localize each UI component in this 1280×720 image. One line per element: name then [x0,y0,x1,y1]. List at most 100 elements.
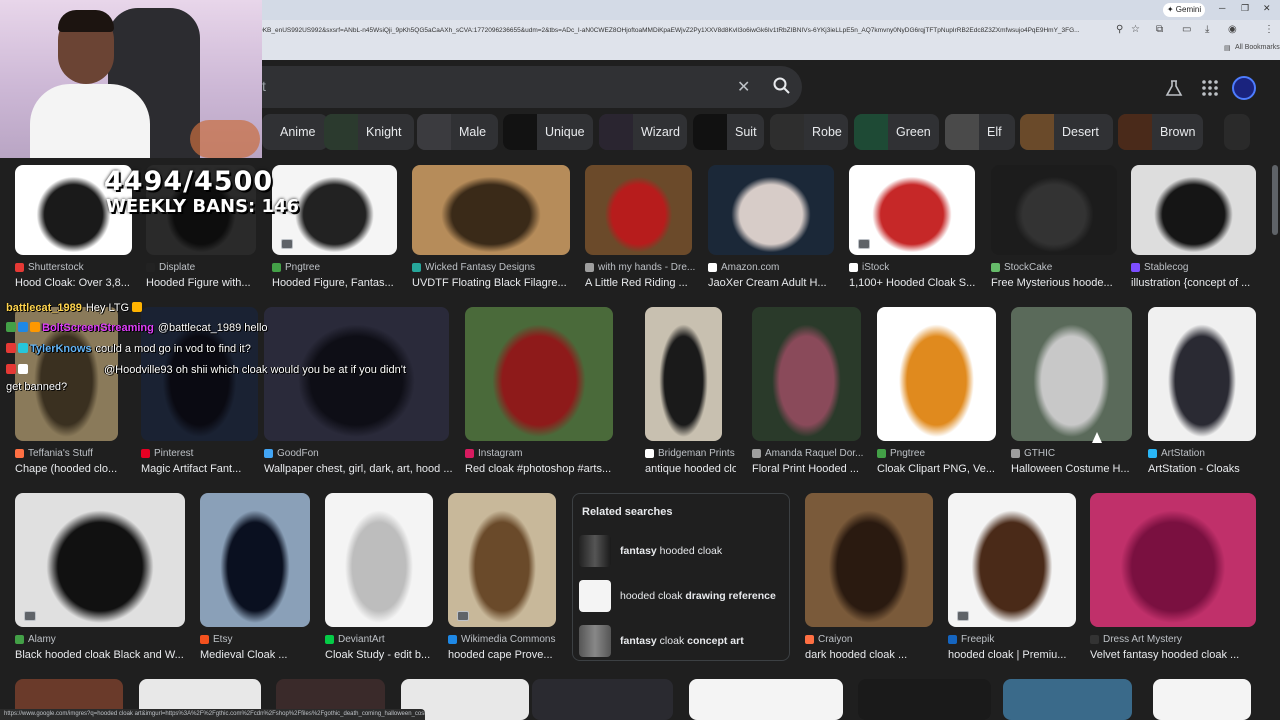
chip-3[interactable]: Unique [503,114,593,150]
image-result-thumbnail[interactable] [325,493,433,627]
result-title[interactable]: Red cloak #photoshop #arts... [465,463,627,475]
related-search-item[interactable]: fantasy hooded cloak [579,534,785,568]
bookmark-star-icon[interactable]: ☆ [1131,24,1140,35]
gemini-button[interactable]: ✦ Gemini [1163,3,1205,17]
result-source[interactable]: Instagram [465,448,627,459]
extensions-icon[interactable]: ⧉ [1156,24,1163,35]
image-result-thumbnail[interactable] [448,493,556,627]
result-source[interactable]: Wicked Fantasy Designs [412,262,584,273]
page-scrollbar[interactable] [1272,165,1278,235]
image-result-thumbnail[interactable] [877,307,996,441]
clear-search-icon[interactable]: ✕ [737,77,750,97]
image-result-thumbnail[interactable] [15,493,185,627]
image-result-thumbnail[interactable] [805,493,933,627]
image-result-thumbnail[interactable] [1153,679,1251,720]
result-title[interactable]: illustration {concept of ... [1131,277,1270,289]
zoom-icon[interactable]: ⚲ [1116,24,1123,35]
result-source[interactable]: Bridgeman Prints [645,448,736,459]
menu-icon[interactable]: ⋮ [1264,24,1274,35]
result-title[interactable]: Halloween Costume H... [1011,463,1146,475]
result-source[interactable]: Freepik [948,634,1090,645]
chip-10[interactable]: Brown [1118,114,1203,150]
minimize-icon[interactable]: ─ [1219,3,1225,13]
result-title[interactable]: Free Mysterious hoode... [991,277,1131,289]
result-source[interactable]: Craiyon [805,634,947,645]
result-source[interactable]: Shutterstock [15,262,146,273]
chip-1[interactable]: Knight [324,114,414,150]
result-source[interactable]: Displate [146,262,270,273]
labs-flask-icon[interactable] [1164,78,1184,98]
search-box[interactable]: t ✕ [262,66,802,108]
result-title[interactable]: Black hooded cloak Black and W... [15,649,199,661]
search-input[interactable]: t [262,78,266,94]
chip-0[interactable]: Anime [262,114,328,150]
result-title[interactable]: Floral Print Hooded ... [752,463,875,475]
chip-6[interactable]: Robe [770,114,848,150]
result-source[interactable]: Amazon.com [708,262,848,273]
related-search-item[interactable]: hooded cloak drawing reference [579,579,785,613]
search-icon[interactable] [772,76,792,96]
result-source[interactable]: DeviantArt [325,634,447,645]
result-title[interactable]: Cloak Study - edit b... [325,649,447,661]
image-result-thumbnail[interactable] [645,307,722,441]
image-result-thumbnail[interactable] [1090,493,1256,627]
profile-icon[interactable]: ◉ [1228,24,1237,35]
result-source[interactable]: Stablecog [1131,262,1270,273]
result-title[interactable]: Magic Artifact Fant... [141,463,272,475]
chip-2[interactable]: Male [417,114,498,150]
result-source[interactable]: GTHIC [1011,448,1146,459]
image-result-thumbnail[interactable] [1148,307,1256,441]
result-source[interactable]: StockCake [991,262,1131,273]
result-source[interactable]: Alamy [15,634,199,645]
result-source[interactable]: with my hands - Dre... [585,262,706,273]
restore-icon[interactable]: ❐ [1241,3,1249,14]
chip-more[interactable] [1224,114,1250,150]
result-title[interactable]: Hood Cloak: Over 3,8... [15,277,146,289]
image-result-thumbnail[interactable] [991,165,1117,255]
result-title[interactable]: Cloak Clipart PNG, Ve... [877,463,1010,475]
account-avatar[interactable] [1232,76,1256,100]
sidebar-icon[interactable]: ▭ [1182,24,1191,35]
result-title[interactable]: Velvet fantasy hooded cloak ... [1090,649,1270,661]
image-result-thumbnail[interactable] [585,165,692,255]
close-window-icon[interactable]: ✕ [1263,3,1271,14]
result-source[interactable]: ArtStation [1148,448,1270,459]
result-title[interactable]: JaoXer Cream Adult H... [708,277,848,289]
image-result-thumbnail[interactable] [689,679,843,720]
download-icon[interactable]: ⤓ [1205,24,1209,35]
result-title[interactable]: antique hooded clo... [645,463,736,475]
chip-7[interactable]: Green [854,114,939,150]
image-result-thumbnail[interactable] [465,307,613,441]
result-title[interactable]: Medieval Cloak ... [200,649,324,661]
result-title[interactable]: Hooded Figure, Fantas... [272,277,411,289]
image-result-thumbnail[interactable] [858,679,991,720]
image-result-thumbnail[interactable] [708,165,834,255]
chip-4[interactable]: Wizard [599,114,687,150]
chip-5[interactable]: Suit [693,114,764,150]
result-source[interactable]: Amanda Raquel Dor... [752,448,875,459]
image-result-thumbnail[interactable] [1131,165,1256,255]
image-result-thumbnail[interactable] [200,493,310,627]
result-source[interactable]: Pngtree [272,262,411,273]
image-result-thumbnail[interactable] [412,165,570,255]
image-result-thumbnail[interactable] [1011,307,1132,441]
result-title[interactable]: A Little Red Riding ... [585,277,706,289]
address-bar[interactable]: DKB_enUS992US992&sxsrf=ANbL-n45WsiQji_9p… [258,22,1113,40]
result-source[interactable]: Pinterest [141,448,272,459]
result-source[interactable]: Dress Art Mystery [1090,634,1270,645]
result-title[interactable]: Chape (hooded clo... [15,463,132,475]
result-title[interactable]: UVDTF Floating Black Filagre... [412,277,584,289]
result-title[interactable]: 1,100+ Hooded Cloak S... [849,277,989,289]
result-source[interactable]: GoodFon [264,448,463,459]
result-title[interactable]: Hooded Figure with... [146,277,270,289]
result-title[interactable]: Wallpaper chest, girl, dark, art, hood .… [264,463,463,475]
chip-9[interactable]: Desert [1020,114,1113,150]
apps-grid-icon[interactable] [1200,78,1220,98]
all-bookmarks[interactable]: All Bookmarks [1235,44,1280,51]
result-source[interactable]: Pngtree [877,448,1010,459]
result-title[interactable]: hooded cloak | Premiu... [948,649,1090,661]
result-source[interactable]: iStock [849,262,989,273]
image-result-thumbnail[interactable] [948,493,1076,627]
result-title[interactable]: ArtStation - Cloaks [1148,463,1270,475]
result-title[interactable]: hooded cape Prove... [448,649,570,661]
